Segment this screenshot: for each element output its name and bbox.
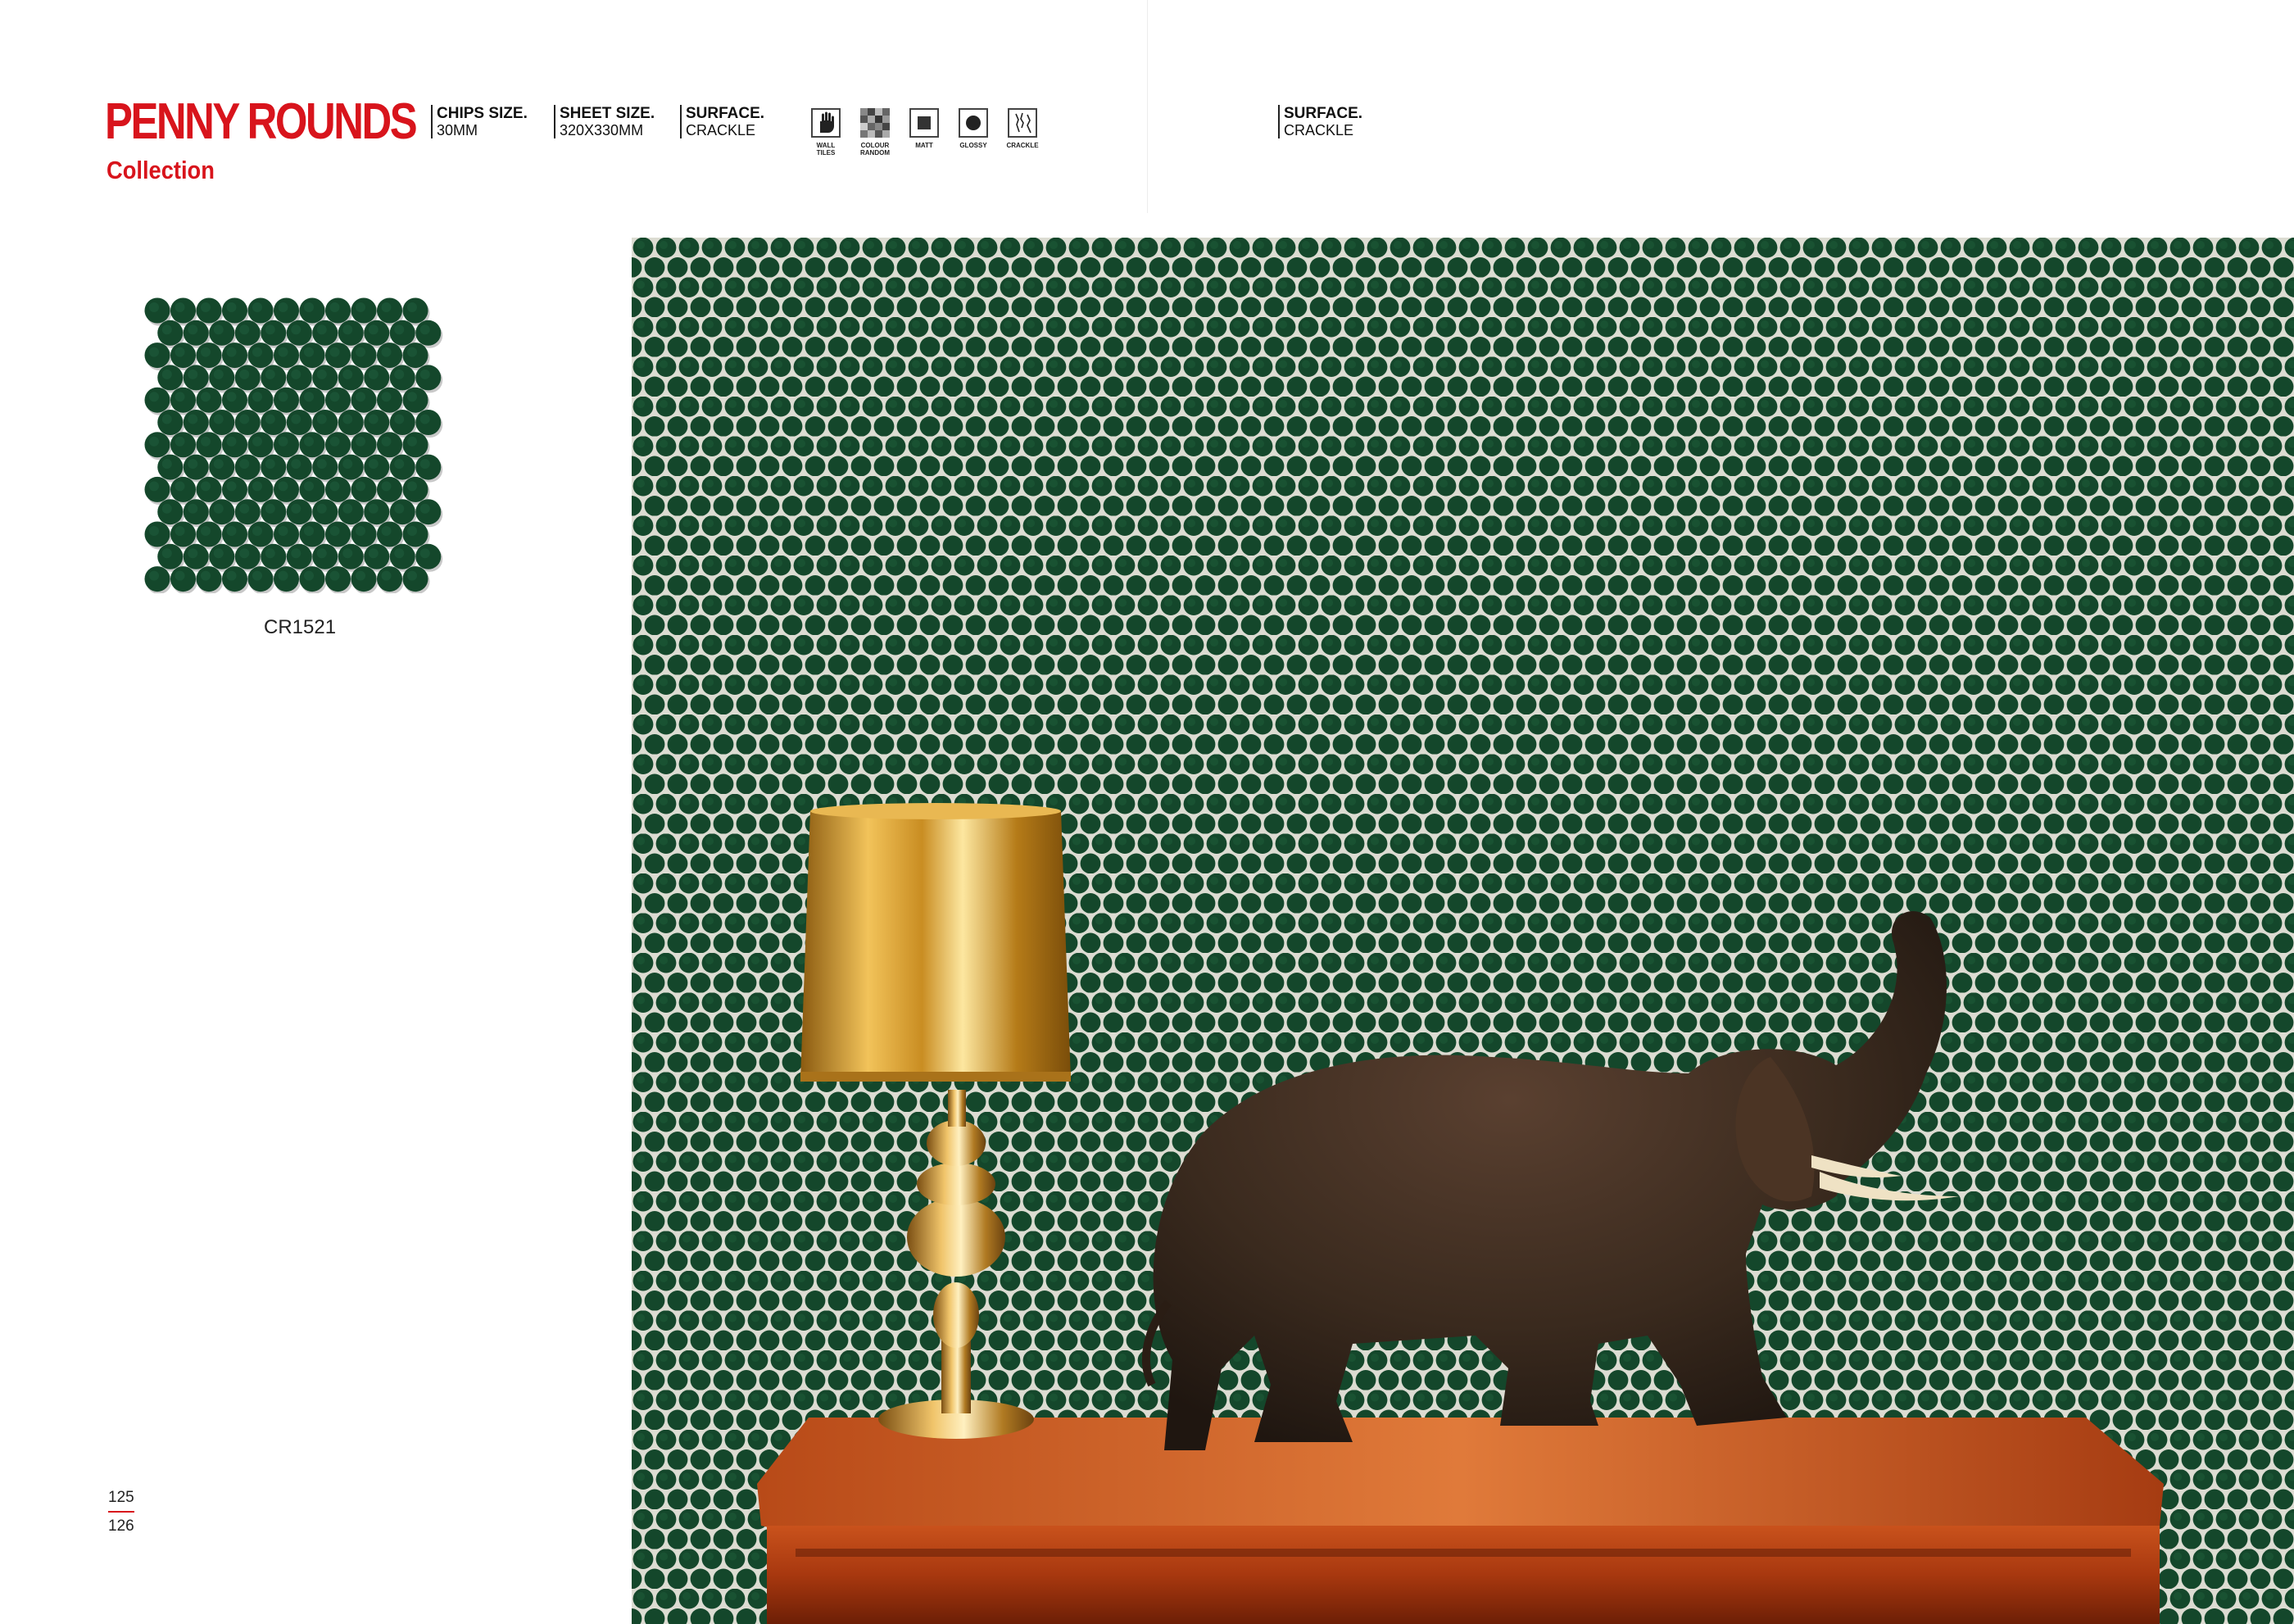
tile-swatch-image — [144, 297, 447, 595]
wall-tiles-icon — [811, 108, 841, 138]
spec-label: SURFACE. — [686, 105, 765, 122]
spec-label: SURFACE. — [1284, 105, 1363, 122]
page-divider — [1147, 0, 1148, 213]
feature-caption: COLOUR RANDOM — [860, 142, 890, 157]
spec-value: 30MM — [437, 122, 478, 139]
feature-glossy: GLOSSY — [957, 108, 990, 157]
spec-value: CRACKLE — [1284, 122, 1354, 139]
feature-icons: WALL TILES COLOUR RANDOM MATT GLOSSY CRACK… — [809, 108, 1039, 157]
crackle-icon — [1008, 108, 1037, 138]
spec-value: CRACKLE — [686, 122, 756, 139]
spec-surface: SURFACE. CRACKLE — [680, 105, 765, 139]
glossy-icon — [959, 108, 988, 138]
feature-caption: WALL TILES — [816, 142, 836, 157]
collection-subtitle: Collection — [107, 156, 215, 184]
feature-matt: MATT — [908, 108, 941, 157]
spec-label: CHIPS SIZE. — [437, 105, 528, 122]
feature-crackle: CRACKLE — [1006, 108, 1039, 157]
spec-value: 320X330MM — [560, 122, 644, 139]
feature-wall-tiles: WALL TILES — [809, 108, 842, 157]
feature-colour-random: COLOUR RANDOM — [859, 108, 891, 157]
page-number-left: 125 — [108, 1490, 134, 1513]
room-scene-photo — [632, 238, 2294, 1624]
colour-random-icon — [860, 108, 890, 138]
spec-surface-right: SURFACE. CRACKLE — [1278, 105, 1363, 139]
spec-label: SHEET SIZE. — [560, 105, 655, 122]
collection-title: PENNY ROUNDS — [105, 93, 418, 150]
product-code: CR1521 — [264, 616, 337, 638]
feature-caption: CRACKLE — [1006, 142, 1039, 149]
spec-sheet-size: SHEET SIZE. 320X330MM — [554, 105, 655, 139]
feature-caption: MATT — [915, 142, 933, 149]
page-number-right: 126 — [108, 1517, 134, 1535]
feature-caption: GLOSSY — [959, 142, 987, 149]
matt-icon — [909, 108, 939, 138]
page-numbers: 125 126 — [108, 1490, 134, 1534]
spec-chips-size: CHIPS SIZE. 30MM — [431, 105, 528, 139]
